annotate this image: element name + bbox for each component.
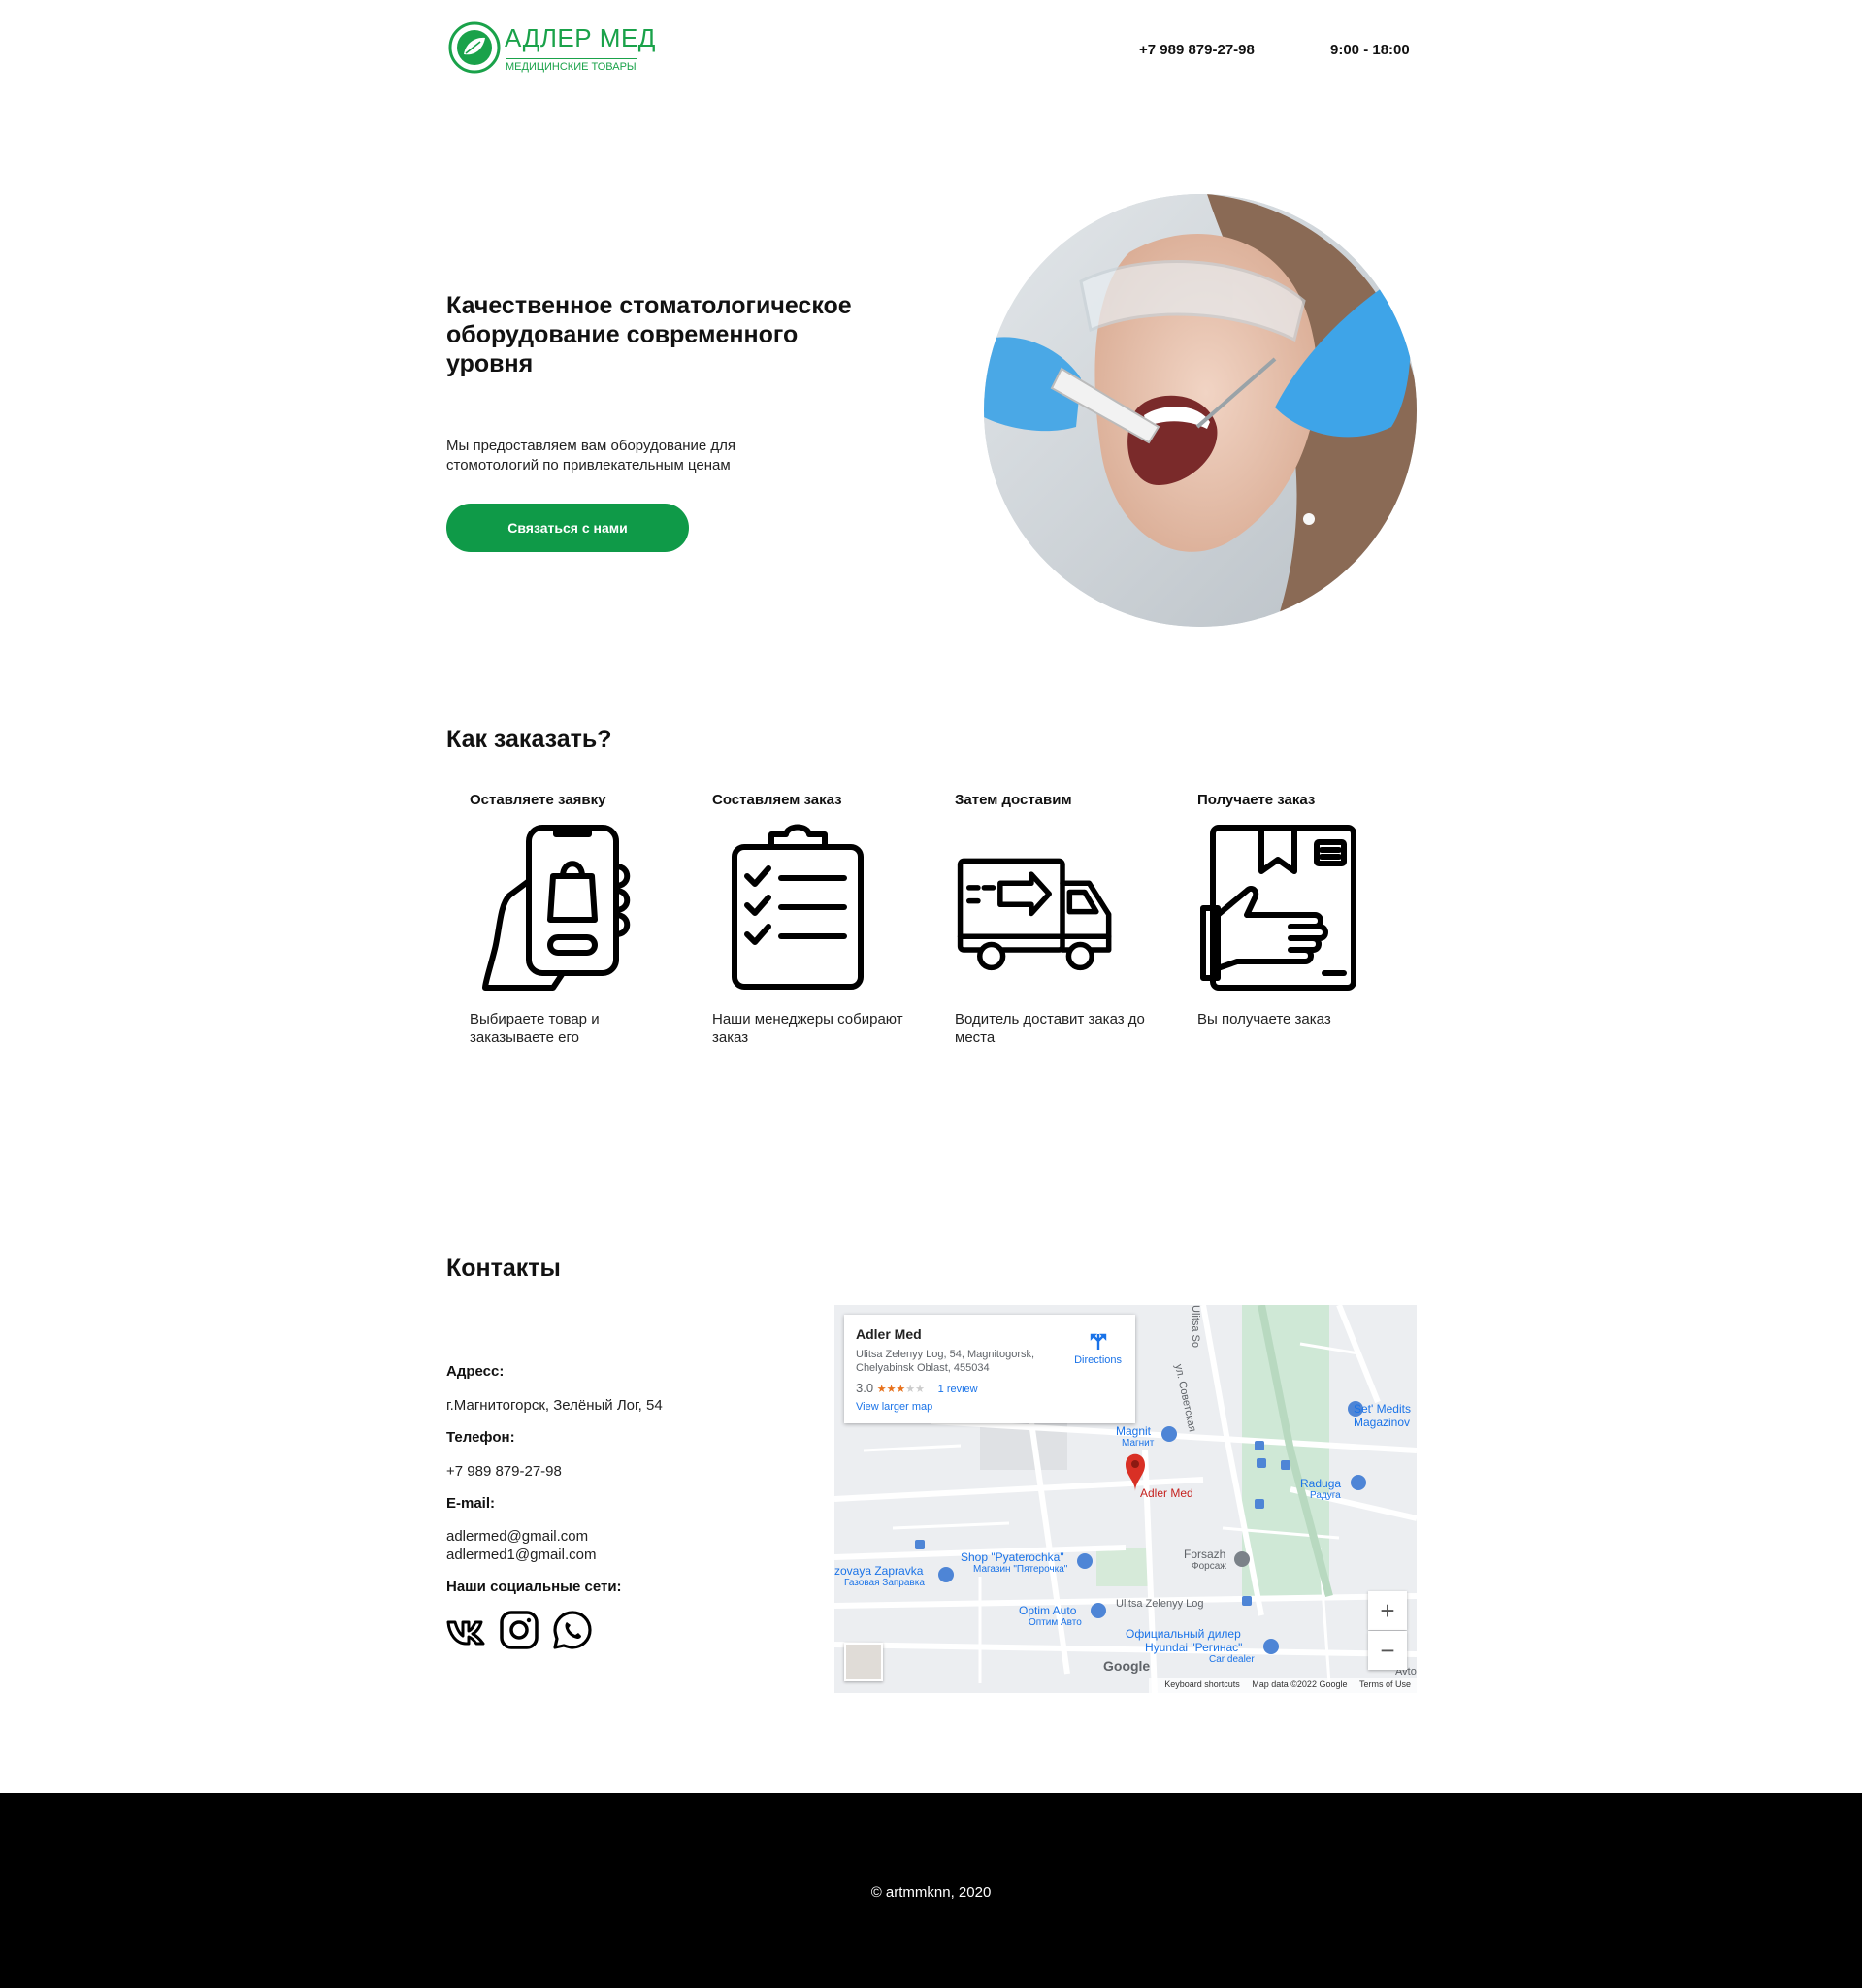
- whatsapp-icon[interactable]: [552, 1610, 593, 1650]
- directions-label: Directions: [1074, 1354, 1122, 1366]
- footer-copyright: © artmmknn, 2020: [870, 1884, 992, 1901]
- header-working-hours: 9:00 - 18:00: [1330, 42, 1410, 58]
- map-label-raduga: Raduga: [1300, 1477, 1342, 1490]
- delivery-truck-icon: [957, 858, 1112, 971]
- address-label: Адресс:: [446, 1363, 505, 1380]
- map-label-dealer-3: Car dealer: [1209, 1654, 1255, 1665]
- map-label-raduga-ru: Радуга: [1310, 1490, 1341, 1501]
- email-label: E-mail:: [446, 1495, 496, 1512]
- google-map[interactable]: Adler Med Magnit Магнит Set' Medits Maga…: [834, 1305, 1417, 1693]
- map-label-set-medits: Set' Medits: [1354, 1402, 1411, 1416]
- map-rating-row: 3.0 ★★★★★ 1 review: [856, 1381, 1124, 1395]
- terms-of-use-link[interactable]: Terms of Use: [1359, 1679, 1411, 1689]
- rating-stars-icon: ★★★★★: [876, 1384, 926, 1395]
- contact-us-button[interactable]: Связаться с нами: [446, 504, 689, 552]
- keyboard-shortcuts-link[interactable]: Keyboard shortcuts: [1164, 1679, 1240, 1689]
- map-label-gas: zovaya Zapravka: [834, 1564, 924, 1578]
- step-2-desc: Наши менеджеры собирают заказ: [712, 1011, 903, 1046]
- phone-shopping-icon: [482, 825, 631, 991]
- header-phone-link[interactable]: +7 989 879-27-98: [1139, 42, 1255, 58]
- map-place-card: Adler Med Ulitsa Zelenyy Log, 54, Magnit…: [844, 1315, 1135, 1423]
- map-reviews-link[interactable]: 1 review: [938, 1384, 978, 1395]
- how-to-order-title: Как заказать?: [446, 726, 612, 753]
- logo[interactable]: АДЛЕР МЕД МЕДИЦИНСКИЕ ТОВАРЫ: [448, 19, 655, 78]
- directions-button[interactable]: Directions: [1074, 1332, 1122, 1366]
- email-link-2[interactable]: adlermed1@gmail.com: [446, 1546, 596, 1564]
- logo-subtitle: МЕДИЦИНСКИЕ ТОВАРЫ: [506, 58, 637, 73]
- map-footer: Keyboard shortcuts Map data ©2022 Google…: [1149, 1678, 1417, 1693]
- map-label-shop-ru: Магазин "Пятерочка": [973, 1564, 1068, 1575]
- phone-label: Телефон:: [446, 1429, 515, 1446]
- dental-patient-illustration: [984, 194, 1417, 627]
- map-label-magnit-ru: Магнит: [1122, 1438, 1155, 1449]
- map-label-dealer-1: Официальный дилер: [1126, 1627, 1241, 1641]
- map-label-street-so: Ulitsa So: [1190, 1305, 1201, 1349]
- map-data-attribution: Map data ©2022 Google: [1252, 1679, 1348, 1689]
- map-label-optim-ru: Оптим Авто: [1029, 1617, 1082, 1628]
- address-value: г.Магнитогорск, Зелёный Лог, 54: [446, 1397, 663, 1414]
- hero-dental-photo: [984, 194, 1417, 627]
- instagram-icon[interactable]: [499, 1610, 539, 1650]
- logo-leaf-icon: [448, 21, 501, 74]
- step-4-title: Получаете заказ: [1197, 792, 1316, 808]
- package-hand-icon: [1200, 825, 1356, 991]
- vk-icon[interactable]: [445, 1610, 486, 1650]
- map-label-magazinov: Magazinov: [1354, 1416, 1411, 1429]
- zoom-out-button[interactable]: −: [1368, 1631, 1407, 1670]
- hero-subtitle: Мы предоставляем вам оборудование для ст…: [446, 438, 735, 473]
- email-link-1[interactable]: adlermed@gmail.com: [446, 1527, 588, 1546]
- map-label-gas-ru: Газовая Заправка: [844, 1578, 925, 1588]
- map-label-forsazh: Forsazh: [1184, 1548, 1226, 1561]
- map-label-dealer-2: Hyundai "Регинас": [1145, 1641, 1243, 1654]
- map-place-address: Ulitsa Zelenyy Log, 54, Magnitogorsk, Ch…: [856, 1349, 1035, 1374]
- map-label-forsazh-ru: Форсаж: [1192, 1561, 1226, 1572]
- map-label-shop: Shop "Pyaterochka": [961, 1550, 1064, 1564]
- social-label: Наши социальные сети:: [446, 1579, 622, 1595]
- map-layer-toggle[interactable]: [844, 1643, 883, 1681]
- map-label-optim: Optim Auto: [1019, 1604, 1077, 1617]
- contacts-title: Контакты: [446, 1255, 561, 1282]
- google-logo: Google: [1103, 1658, 1151, 1674]
- hero-title: Качественное стоматологическое оборудова…: [446, 292, 852, 377]
- directions-icon: [1090, 1333, 1106, 1350]
- logo-title: АДЛЕР МЕД: [505, 23, 656, 52]
- clipboard-checklist-icon: [732, 824, 864, 990]
- step-1-title: Оставляете заявку: [470, 792, 606, 808]
- view-larger-map-link[interactable]: View larger map: [856, 1401, 1124, 1413]
- zoom-in-button[interactable]: +: [1368, 1591, 1407, 1630]
- step-4-desc: Вы получаете заказ: [1197, 1011, 1331, 1027]
- map-marker-label[interactable]: Adler Med: [1140, 1486, 1193, 1500]
- page-footer: © artmmknn, 2020: [0, 1793, 1862, 1988]
- map-rating-value: 3.0: [856, 1381, 874, 1395]
- step-1-desc: Выбираете товар и заказываете его: [470, 1011, 600, 1046]
- step-2-title: Составляем заказ: [712, 792, 842, 808]
- map-label-street-zelenyy: Ulitsa Zelenyy Log: [1116, 1598, 1204, 1610]
- contact-phone-link[interactable]: +7 989 879-27-98: [446, 1462, 562, 1481]
- map-label-magnit: Magnit: [1116, 1424, 1152, 1438]
- step-3-title: Затем доставим: [955, 792, 1072, 808]
- step-3-desc: Водитель доставит заказ до места: [955, 1011, 1145, 1046]
